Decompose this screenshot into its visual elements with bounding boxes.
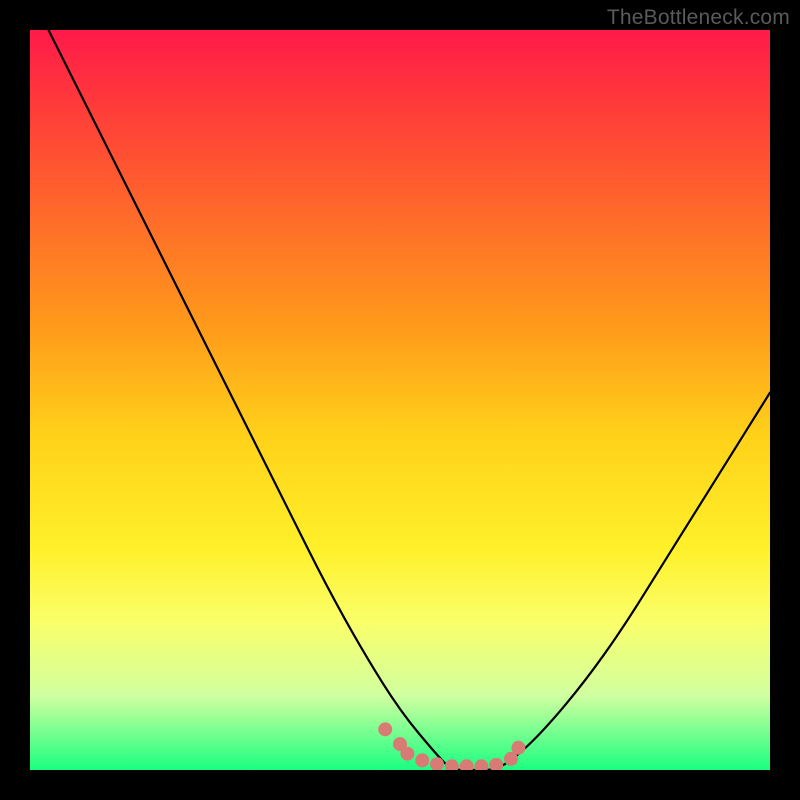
marker-dot — [445, 759, 459, 770]
marker-dot — [460, 759, 474, 770]
bottleneck-curve — [30, 30, 770, 770]
marker-dot — [400, 747, 414, 761]
marker-dot — [489, 758, 503, 770]
marker-dot — [415, 753, 429, 767]
marker-points — [378, 722, 525, 770]
plot-area — [30, 30, 770, 770]
marker-dot — [511, 741, 525, 755]
marker-dot — [378, 722, 392, 736]
bottleneck-chart: TheBottleneck.com — [0, 0, 800, 800]
chart-overlay — [30, 30, 770, 770]
attribution-text: TheBottleneck.com — [607, 6, 790, 30]
marker-dot — [474, 759, 488, 770]
